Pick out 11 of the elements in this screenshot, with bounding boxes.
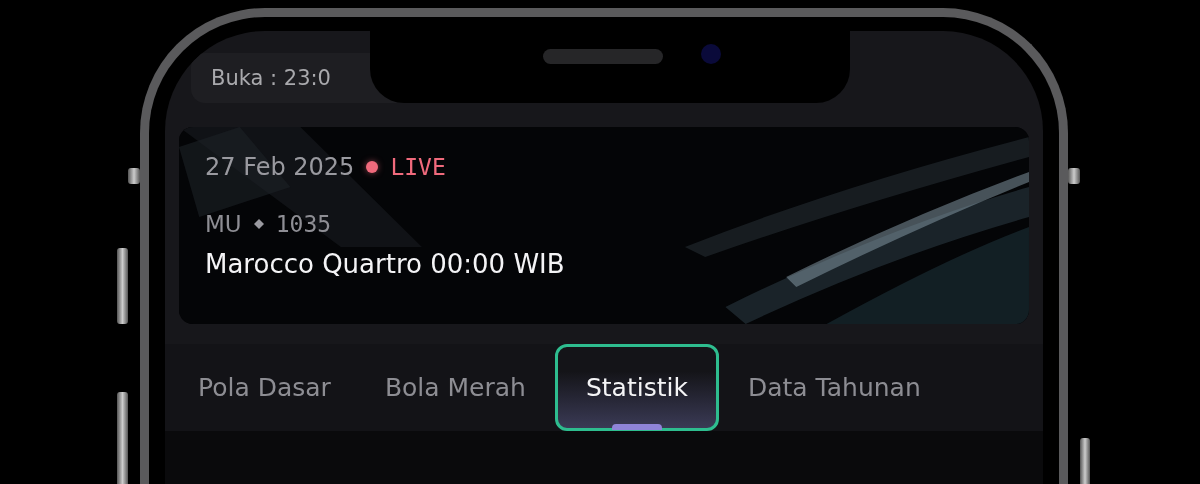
live-label: LIVE bbox=[390, 154, 446, 180]
market-title: Marocco Quartro 00:00 WIB bbox=[205, 249, 566, 279]
tab[interactable]: Pola Dasar bbox=[173, 344, 356, 431]
camera-dot bbox=[701, 44, 721, 64]
draw-date: 27 Feb 2025 bbox=[205, 153, 355, 181]
tab[interactable]: Bola Merah bbox=[359, 344, 551, 431]
draw-number: 1035 bbox=[275, 211, 332, 237]
market-code: MU bbox=[205, 211, 242, 237]
diamond-icon bbox=[253, 219, 264, 229]
tab[interactable]: Statistik bbox=[554, 344, 719, 431]
tab[interactable]: Data Tahunan bbox=[722, 344, 946, 431]
